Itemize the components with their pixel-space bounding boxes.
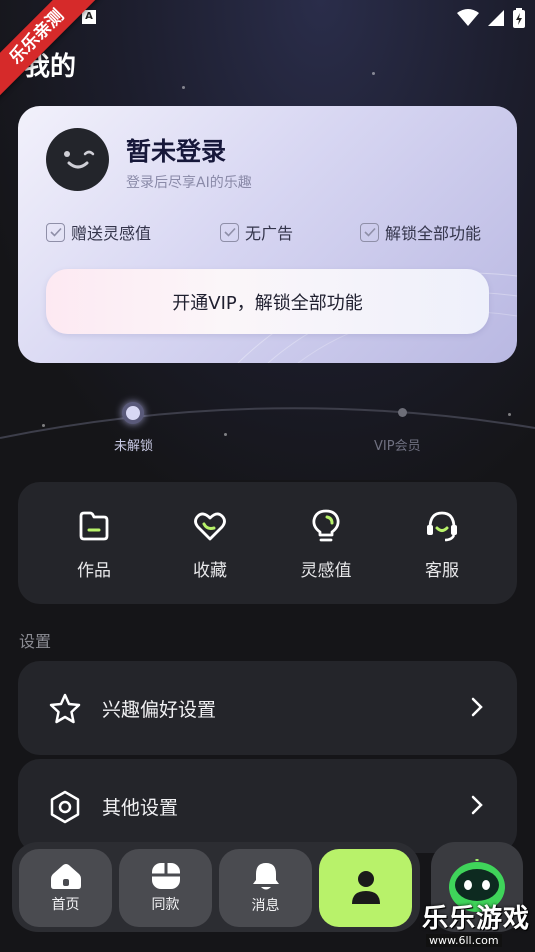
quick-action-support[interactable]: 客服 <box>402 508 482 581</box>
bottom-nav: 首页 同款 消息 <box>12 842 420 932</box>
nav-item-home[interactable]: 首页 <box>19 849 112 927</box>
watermark-brand-title: 乐乐游戏 <box>422 904 531 934</box>
works-icon <box>79 511 109 541</box>
benefit-label: 赠送灵感值 <box>71 224 152 243</box>
level-current-label: 未解锁 <box>114 439 154 454</box>
nav-item-label: 首页 <box>51 897 80 913</box>
bell-icon <box>252 863 279 890</box>
chevron-right-icon <box>471 795 483 815</box>
headset-icon <box>427 511 457 542</box>
home-icon <box>50 864 81 889</box>
quick-actions: 作品 收藏 灵感值 客服 <box>18 482 517 604</box>
check-icon <box>220 222 239 242</box>
quick-action-label: 客服 <box>425 561 459 581</box>
check-icon <box>360 222 379 242</box>
setting-row-other[interactable]: 其他设置 <box>18 759 517 853</box>
watermark-brand: 乐乐游戏 www.6ll.com <box>420 898 535 952</box>
watermark-ribbon-text: 乐乐亲测 <box>0 0 101 101</box>
wifi-icon <box>457 9 479 26</box>
quick-action-label: 灵感值 <box>300 561 352 581</box>
star-decoration <box>372 72 375 75</box>
person-icon <box>351 871 380 904</box>
star-icon <box>49 693 81 724</box>
watermark-brand-url: www.6ll.com <box>426 934 502 947</box>
nav-item-profile[interactable] <box>319 849 412 927</box>
avatar[interactable] <box>46 128 109 191</box>
nav-item-label: 消息 <box>251 898 280 914</box>
quick-action-works[interactable]: 作品 <box>54 508 134 581</box>
watermark-ribbon: 乐乐亲测 <box>0 0 110 110</box>
benefit-label: 解锁全部功能 <box>385 224 482 243</box>
chevron-right-icon <box>471 697 483 717</box>
quick-action-inspiration[interactable]: 灵感值 <box>286 508 366 581</box>
nav-item-messages[interactable]: 消息 <box>219 849 312 927</box>
hexagon-settings-icon <box>50 790 80 824</box>
level-track <box>0 407 535 439</box>
benefit-label: 无广告 <box>245 224 294 243</box>
level-next-dot <box>398 408 407 417</box>
login-title[interactable]: 暂未登录 <box>126 132 226 168</box>
benefit-item: 无广告 <box>220 220 293 244</box>
quick-action-label: 作品 <box>77 561 111 581</box>
settings-section-label: 设置 <box>19 632 52 651</box>
benefit-item: 解锁全部功能 <box>360 220 481 244</box>
check-icon <box>46 222 65 242</box>
login-subtitle: 登录后尽享AI的乐趣 <box>126 175 252 191</box>
signal-icon <box>488 10 504 26</box>
login-card[interactable]: 暂未登录 登录后尽享AI的乐趣 赠送灵感值 无广告 解锁全部功能 开通VIP，解… <box>18 106 517 363</box>
setting-row-label: 兴趣偏好设置 <box>102 699 217 721</box>
nav-item-label: 同款 <box>151 897 180 913</box>
star-decoration <box>182 86 185 89</box>
battery-icon <box>513 8 525 28</box>
quick-action-favorites[interactable]: 收藏 <box>170 508 250 581</box>
status-icons <box>457 8 525 28</box>
setting-row-interests[interactable]: 兴趣偏好设置 <box>18 661 517 755</box>
level-current-dot <box>122 402 144 424</box>
vip-button[interactable]: 开通VIP，解锁全部功能 <box>46 269 489 334</box>
benefit-item: 赠送灵感值 <box>46 220 151 244</box>
quick-action-label: 收藏 <box>193 561 227 581</box>
level-next-label: VIP会员 <box>374 439 421 454</box>
mouse-icon <box>151 863 180 889</box>
setting-row-label: 其他设置 <box>102 797 179 819</box>
smiley-face-icon <box>63 150 94 168</box>
lightbulb-icon <box>312 509 340 542</box>
heart-icon <box>194 512 226 541</box>
nav-item-same-style[interactable]: 同款 <box>119 849 212 927</box>
